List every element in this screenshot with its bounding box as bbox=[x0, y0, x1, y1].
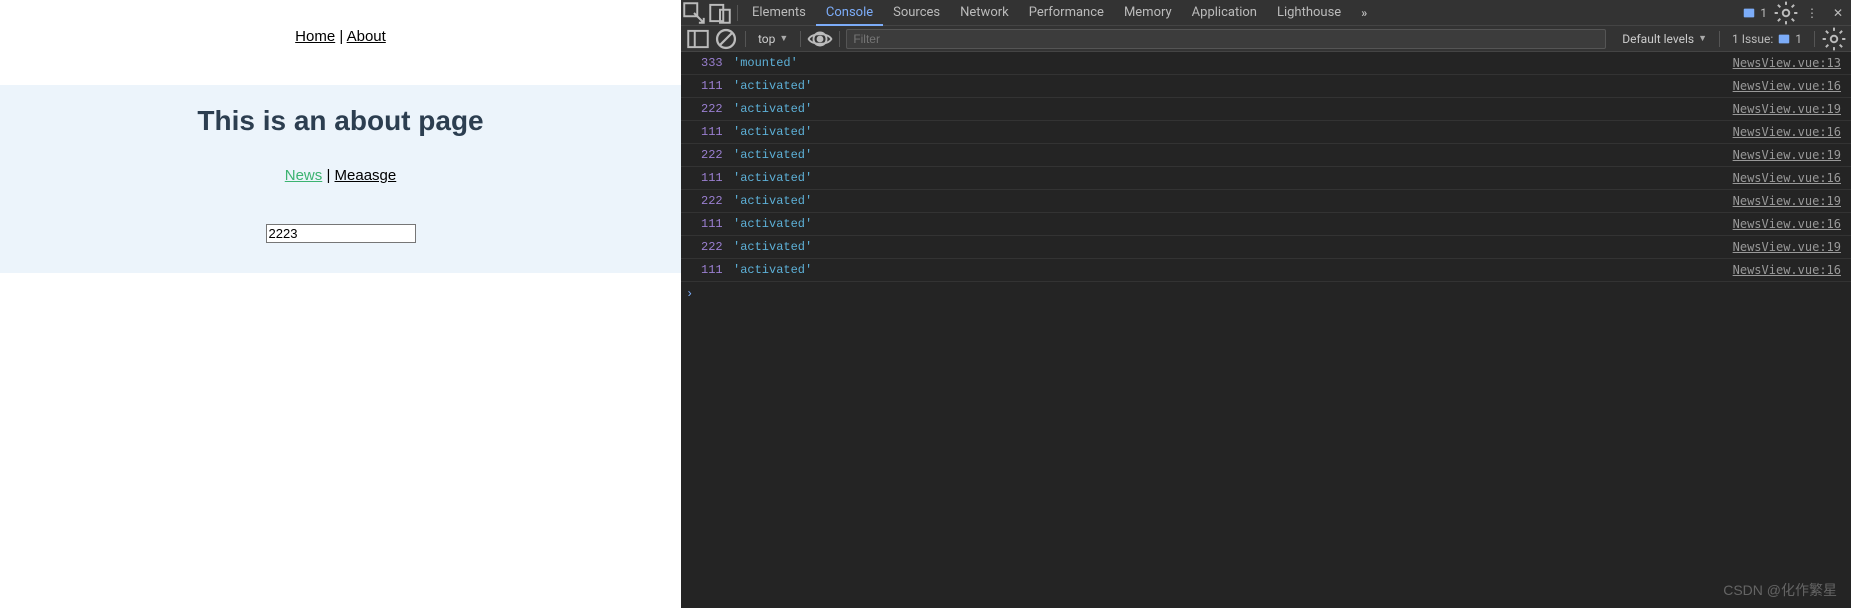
kebab-menu-icon[interactable]: ⋮ bbox=[1799, 0, 1825, 26]
log-number: 222 bbox=[701, 148, 729, 162]
device-toggle-icon[interactable] bbox=[707, 0, 733, 26]
tab-lighthouse[interactable]: Lighthouse bbox=[1267, 0, 1351, 26]
console-prompt[interactable]: › bbox=[681, 282, 1851, 305]
log-message: 'activated' bbox=[733, 263, 812, 277]
log-source-link[interactable]: NewsView.vue:16 bbox=[1733, 263, 1841, 277]
errors-badge[interactable]: 1 bbox=[1736, 3, 1773, 23]
log-row: 333 'mounted' NewsView.vue:13 bbox=[681, 52, 1851, 75]
log-number: 111 bbox=[701, 79, 729, 93]
log-number: 111 bbox=[701, 125, 729, 139]
console-settings-gear-icon[interactable] bbox=[1821, 26, 1847, 52]
tab-performance[interactable]: Performance bbox=[1019, 0, 1114, 26]
log-number: 333 bbox=[701, 56, 729, 70]
clear-console-icon[interactable] bbox=[713, 26, 739, 52]
log-source-link[interactable]: NewsView.vue:16 bbox=[1733, 171, 1841, 185]
settings-gear-icon[interactable] bbox=[1773, 0, 1799, 26]
log-number: 222 bbox=[701, 194, 729, 208]
log-source-link[interactable]: NewsView.vue:19 bbox=[1733, 148, 1841, 162]
issues-indicator[interactable]: 1 Issue: 1 bbox=[1726, 29, 1808, 49]
nav-separator: | bbox=[339, 28, 346, 45]
app-pane: Home | About This is an about page News … bbox=[0, 0, 681, 608]
tab-sources[interactable]: Sources bbox=[883, 0, 950, 26]
log-source-link[interactable]: NewsView.vue:13 bbox=[1733, 56, 1841, 70]
log-source-link[interactable]: NewsView.vue:16 bbox=[1733, 79, 1841, 93]
about-area: This is an about page News | Meaasge bbox=[0, 85, 681, 273]
page-title: This is an about page bbox=[197, 105, 483, 137]
log-row: 222 'activated' NewsView.vue:19 bbox=[681, 98, 1851, 121]
prompt-chevron-icon: › bbox=[686, 287, 693, 301]
inspect-icon[interactable] bbox=[681, 0, 707, 26]
tab-application[interactable]: Application bbox=[1182, 0, 1267, 26]
log-number: 111 bbox=[701, 217, 729, 231]
divider bbox=[1719, 31, 1720, 47]
devtools-pane: ElementsConsoleSourcesNetworkPerformance… bbox=[681, 0, 1851, 608]
log-source-link[interactable]: NewsView.vue:19 bbox=[1733, 194, 1841, 208]
close-icon[interactable]: ✕ bbox=[1825, 0, 1851, 26]
log-number: 111 bbox=[701, 171, 729, 185]
tab-console[interactable]: Console bbox=[816, 0, 883, 26]
tab-elements[interactable]: Elements bbox=[742, 0, 816, 26]
devtools-tab-bar: ElementsConsoleSourcesNetworkPerformance… bbox=[681, 0, 1851, 26]
nav-home-link[interactable]: Home bbox=[295, 28, 335, 45]
log-message: 'activated' bbox=[733, 79, 812, 93]
log-source-link[interactable]: NewsView.vue:16 bbox=[1733, 217, 1841, 231]
log-message: 'activated' bbox=[733, 217, 812, 231]
log-row: 222 'activated' NewsView.vue:19 bbox=[681, 190, 1851, 213]
log-message: 'activated' bbox=[733, 148, 812, 162]
log-message: 'activated' bbox=[733, 102, 812, 116]
tab-memory[interactable]: Memory bbox=[1114, 0, 1182, 26]
log-source-link[interactable]: NewsView.vue:16 bbox=[1733, 125, 1841, 139]
top-nav: Home | About bbox=[295, 28, 386, 45]
log-number: 222 bbox=[701, 240, 729, 254]
divider bbox=[800, 31, 801, 47]
sub-nav: News | Meaasge bbox=[285, 167, 396, 184]
subnav-separator: | bbox=[326, 167, 334, 184]
log-levels-selector[interactable]: Default levels▼ bbox=[1616, 32, 1713, 46]
subnav-message-link[interactable]: Meaasge bbox=[335, 167, 397, 184]
log-row: 111 'activated' NewsView.vue:16 bbox=[681, 121, 1851, 144]
log-number: 111 bbox=[701, 263, 729, 277]
log-message: 'activated' bbox=[733, 194, 812, 208]
divider bbox=[745, 31, 746, 47]
log-row: 111 'activated' NewsView.vue:16 bbox=[681, 213, 1851, 236]
console-output: 333 'mounted' NewsView.vue:13 111 'activated… bbox=[681, 52, 1851, 608]
log-message: 'activated' bbox=[733, 240, 812, 254]
log-row: 111 'activated' NewsView.vue:16 bbox=[681, 75, 1851, 98]
live-expression-icon[interactable] bbox=[807, 26, 833, 52]
log-row: 222 'activated' NewsView.vue:19 bbox=[681, 236, 1851, 259]
context-selector[interactable]: top▼ bbox=[752, 32, 794, 46]
sidebar-toggle-icon[interactable] bbox=[685, 26, 711, 52]
log-message: 'mounted' bbox=[733, 56, 798, 70]
log-row: 111 'activated' NewsView.vue:16 bbox=[681, 167, 1851, 190]
filter-input[interactable] bbox=[846, 29, 1606, 49]
divider bbox=[1814, 31, 1815, 47]
log-source-link[interactable]: NewsView.vue:19 bbox=[1733, 240, 1841, 254]
more-tabs-icon[interactable]: » bbox=[1351, 0, 1377, 26]
text-input[interactable] bbox=[266, 224, 416, 243]
log-number: 222 bbox=[701, 102, 729, 116]
log-source-link[interactable]: NewsView.vue:19 bbox=[1733, 102, 1841, 116]
console-toolbar: top▼ Default levels▼ 1 Issue: 1 bbox=[681, 26, 1851, 52]
log-message: 'activated' bbox=[733, 171, 812, 185]
watermark: CSDN @化作繁星 bbox=[1723, 580, 1837, 600]
divider bbox=[737, 5, 738, 21]
nav-about-link[interactable]: About bbox=[347, 28, 386, 45]
tab-network[interactable]: Network bbox=[950, 0, 1019, 26]
subnav-news-link[interactable]: News bbox=[285, 167, 323, 184]
log-row: 222 'activated' NewsView.vue:19 bbox=[681, 144, 1851, 167]
log-row: 111 'activated' NewsView.vue:16 bbox=[681, 259, 1851, 282]
log-message: 'activated' bbox=[733, 125, 812, 139]
divider bbox=[839, 31, 840, 47]
